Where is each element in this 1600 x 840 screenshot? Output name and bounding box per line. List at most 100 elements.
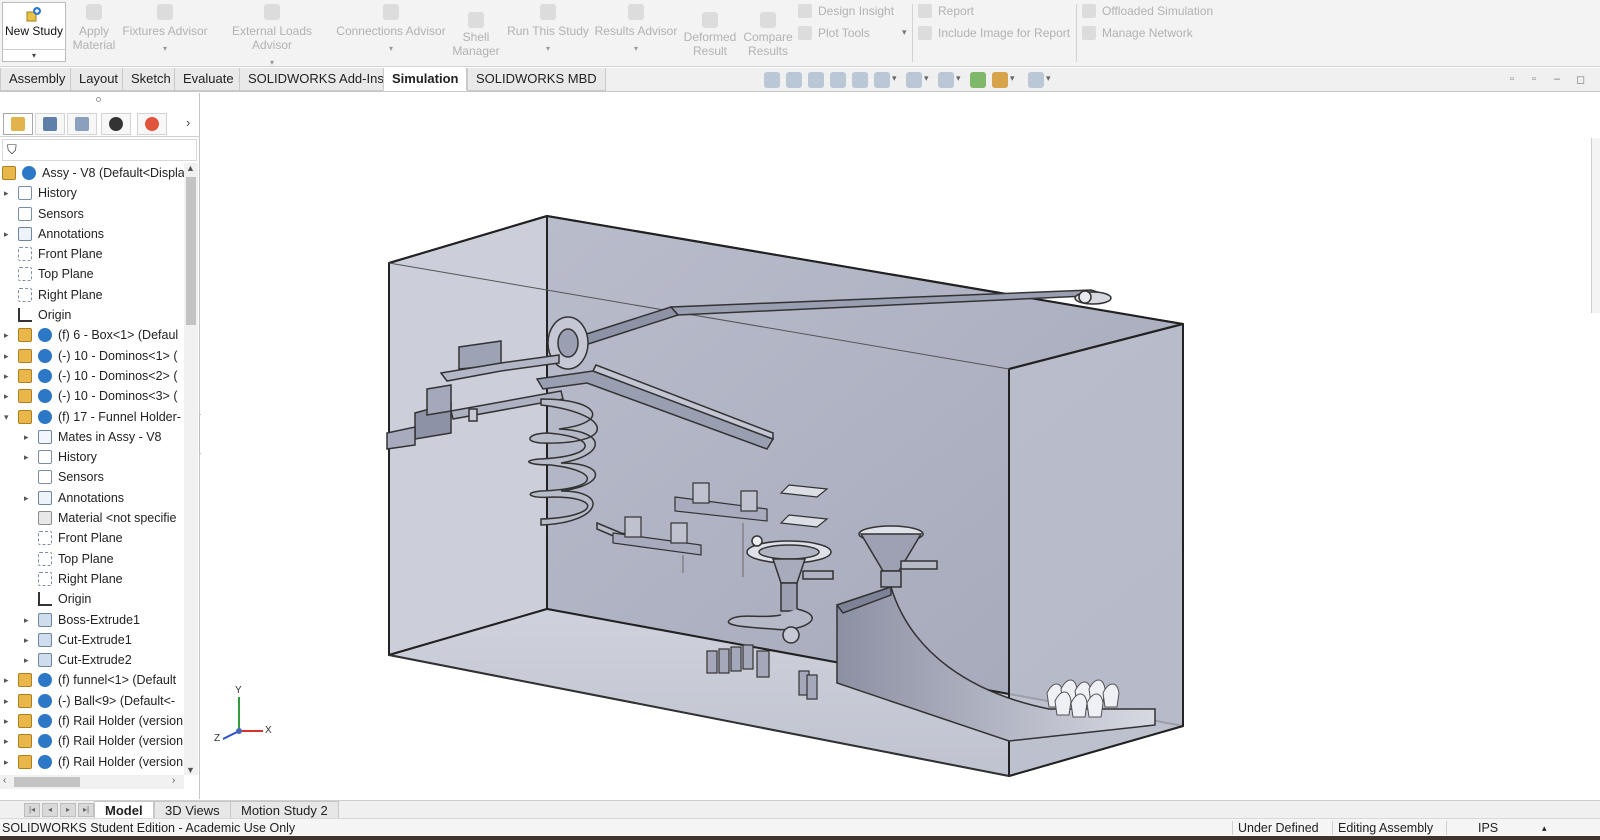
next-tab-icon[interactable]: ▸: [60, 803, 76, 817]
report-button[interactable]: Report: [918, 1, 974, 21]
apply-material-button[interactable]: Apply Material: [70, 2, 118, 52]
tab-3d-views[interactable]: 3D Views: [154, 801, 231, 819]
tab-evaluate[interactable]: Evaluate: [174, 68, 243, 91]
tree-item[interactable]: ▸ (f) funnel<1> (Default: [0, 670, 184, 690]
tree-filter[interactable]: ⛉: [2, 139, 197, 161]
tab-layout[interactable]: Layout: [70, 68, 128, 91]
tree-item[interactable]: ▸ (f) 6 - Box<1> (Defaul: [0, 325, 184, 345]
external-loads-dropdown[interactable]: ▾: [212, 58, 332, 68]
prev-tab-icon[interactable]: ◂: [42, 803, 58, 817]
expand-arrow-icon[interactable]: ▸: [4, 731, 14, 751]
configuration-manager-tab[interactable]: [67, 113, 97, 135]
connections-dropdown[interactable]: ▾: [336, 44, 446, 54]
expand-arrow-icon[interactable]: ▸: [4, 711, 14, 731]
tab-solidworks-add-ins[interactable]: SOLIDWORKS Add-Ins: [239, 68, 393, 91]
tree-item[interactable]: Front Plane: [0, 528, 184, 548]
expand-arrow-icon[interactable]: ▸: [4, 386, 14, 406]
expand-arrow-icon[interactable]: ▸: [4, 183, 14, 203]
manage-network-button[interactable]: Manage Network: [1082, 23, 1193, 43]
zoom-to-area-icon[interactable]: [786, 72, 802, 88]
expand-arrow-icon[interactable]: ▸: [4, 325, 14, 345]
units-status[interactable]: IPS: [1478, 819, 1498, 837]
plot-tools-button[interactable]: Plot Tools: [798, 23, 870, 43]
expand-arrow-icon[interactable]: ▸: [24, 427, 34, 447]
shell-manager-button[interactable]: Shell Manager: [452, 2, 500, 58]
view-settings-icon[interactable]: [1028, 72, 1051, 88]
tree-item[interactable]: Origin: [0, 589, 184, 609]
scroll-thumb-horizontal[interactable]: [14, 777, 80, 787]
tree-horizontal-scrollbar[interactable]: ‹ ›: [0, 775, 184, 789]
new-study-dropdown[interactable]: ▾: [3, 49, 65, 61]
scroll-thumb[interactable]: [186, 177, 196, 325]
tree-item[interactable]: ▸ (f) Rail Holder (version: [0, 752, 184, 772]
maximize-icon[interactable]: ◻: [1576, 73, 1585, 86]
display-style-icon[interactable]: [906, 72, 929, 88]
graphics-area[interactable]: Y X Z: [201, 93, 1600, 799]
tile-pane-icon[interactable]: ▫: [1532, 73, 1536, 85]
hide-show-items-icon[interactable]: [938, 72, 961, 88]
offloaded-simulation-button[interactable]: Offloaded Simulation: [1082, 1, 1213, 21]
dimxpert-manager-tab[interactable]: [101, 113, 131, 135]
tree-item[interactable]: ▸ Annotations: [0, 224, 184, 244]
panel-grip[interactable]: [96, 97, 101, 102]
plot-tools-dropdown[interactable]: ▾: [902, 27, 907, 38]
tab-simulation[interactable]: Simulation: [383, 68, 468, 91]
tree-item[interactable]: Material <not specifie: [0, 508, 184, 528]
expand-arrow-icon[interactable]: ▸: [24, 650, 34, 670]
expand-arrow-icon[interactable]: ▸: [4, 346, 14, 366]
scroll-left-icon[interactable]: ‹: [3, 775, 6, 786]
tree-item[interactable]: Right Plane: [0, 569, 184, 589]
fixtures-advisor-button[interactable]: Fixtures Advisor ▾: [122, 2, 208, 54]
tree-item[interactable]: ▸ (-) Ball<9> (Default<-: [0, 691, 184, 711]
tree-item[interactable]: Sensors: [0, 204, 184, 224]
expand-arrow-icon[interactable]: ▸: [24, 630, 34, 650]
tree-item[interactable]: ▸ Boss-Extrude1: [0, 610, 184, 630]
tree-item[interactable]: ▸ (-) 10 - Dominos<2> (: [0, 366, 184, 386]
tab-model[interactable]: Model: [94, 801, 154, 819]
first-tab-icon[interactable]: |◂: [24, 803, 40, 817]
dynamic-annotation-icon[interactable]: [852, 72, 868, 88]
expand-arrow-icon[interactable]: ▸: [4, 366, 14, 386]
deformed-result-button[interactable]: Deformed Result: [682, 2, 738, 58]
tree-item[interactable]: ▸ History: [0, 183, 184, 203]
tree-item[interactable]: Front Plane: [0, 244, 184, 264]
task-pane-tabs[interactable]: [1591, 138, 1600, 313]
section-view-icon[interactable]: [830, 72, 846, 88]
tab-assembly[interactable]: Assembly: [0, 68, 75, 91]
tab-motion-study-2[interactable]: Motion Study 2: [230, 801, 339, 819]
feature-manager-tab[interactable]: [3, 113, 33, 135]
scroll-down-icon[interactable]: ▼: [186, 765, 195, 775]
units-dropdown-icon[interactable]: ▴: [1542, 819, 1547, 837]
expand-arrow-icon[interactable]: ▸: [24, 447, 34, 467]
expand-arrow-icon[interactable]: ▸: [24, 610, 34, 630]
collapse-arrow-icon[interactable]: ▾: [4, 407, 14, 427]
fixtures-dropdown[interactable]: ▾: [122, 44, 208, 54]
expand-arrow-icon[interactable]: ▸: [4, 752, 14, 772]
previous-view-icon[interactable]: [808, 72, 824, 88]
expand-arrow-icon[interactable]: ▸: [4, 670, 14, 690]
tree-item[interactable]: Assy - V8 (Default<Displa: [0, 163, 184, 183]
minimize-icon[interactable]: –: [1554, 73, 1560, 85]
zoom-to-fit-icon[interactable]: [764, 72, 780, 88]
tree-item[interactable]: ▸ (-) 10 - Dominos<1> (: [0, 346, 184, 366]
display-manager-tab[interactable]: [137, 113, 167, 135]
tree-vertical-scrollbar[interactable]: ▲ ▼: [184, 163, 198, 775]
expand-arrow-icon[interactable]: ▸: [24, 488, 34, 508]
results-advisor-button[interactable]: Results Advisor ▾: [594, 2, 678, 54]
scroll-right-icon[interactable]: ›: [172, 775, 175, 786]
restore-pane-icon[interactable]: ▫: [1510, 73, 1514, 85]
tree-item[interactable]: Sensors: [0, 467, 184, 487]
tree-item[interactable]: Top Plane: [0, 549, 184, 569]
tree-item[interactable]: Origin: [0, 305, 184, 325]
include-image-button[interactable]: Include Image for Report: [918, 23, 1070, 43]
tab-sketch[interactable]: Sketch: [122, 68, 180, 91]
tree-item[interactable]: ▸ Annotations: [0, 488, 184, 508]
apply-scene-icon[interactable]: [992, 72, 1015, 88]
compare-results-button[interactable]: Compare Results: [740, 2, 796, 58]
tab-solidworks-mbd[interactable]: SOLIDWORKS MBD: [467, 68, 606, 91]
scroll-up-icon[interactable]: ▲: [186, 163, 195, 173]
tree-item[interactable]: ▸ (-) 10 - Dominos<3> (: [0, 386, 184, 406]
tree-item[interactable]: ▸ Cut-Extrude1: [0, 630, 184, 650]
edit-appearance-icon[interactable]: [970, 72, 986, 88]
results-advisor-dropdown[interactable]: ▾: [594, 44, 678, 54]
